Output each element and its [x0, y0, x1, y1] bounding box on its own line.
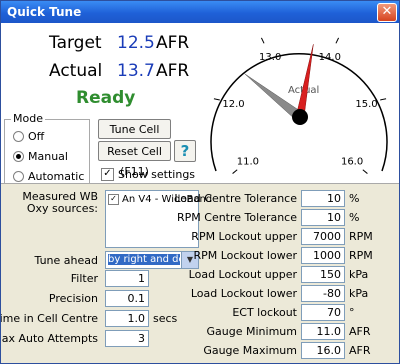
setting-label: Load Centre Tolerance	[174, 192, 297, 205]
mode-manual-label: Manual	[28, 150, 68, 163]
target-unit: AFR	[156, 33, 190, 53]
setting-unit: AFR	[349, 344, 371, 357]
time-in-cell-field[interactable]: 1.0	[105, 310, 149, 327]
time-in-cell-label: Time in Cell Centre	[0, 312, 98, 325]
setting-field[interactable]: 10	[301, 209, 345, 226]
setting-unit: RPM	[349, 249, 373, 262]
tune-ahead-select[interactable]: by right and down ▼	[105, 251, 199, 269]
mode-manual-radio[interactable]: Manual	[13, 150, 68, 163]
setting-field[interactable]: 1000	[301, 247, 345, 264]
max-auto-field[interactable]: 3	[105, 330, 149, 347]
gauge-tick	[362, 169, 368, 174]
filter-field[interactable]: 1	[105, 270, 149, 287]
oxy-source-check-icon[interactable]: ✓	[108, 194, 119, 205]
setting-unit: %	[349, 211, 360, 224]
filter-label: Filter	[70, 272, 98, 285]
setting-label: ECT lockout	[232, 306, 297, 319]
show-settings-label: Show settings	[118, 168, 196, 181]
close-button[interactable]: ✕	[377, 3, 397, 22]
setting-unit: kPa	[349, 268, 369, 281]
actual-needle	[295, 44, 314, 119]
gauge-tick	[232, 169, 238, 174]
setting-unit: °	[349, 306, 355, 319]
max-auto-label: Max Auto Attempts	[0, 332, 98, 345]
setting-field[interactable]: 11.0	[301, 323, 345, 340]
radio-automatic-indicator[interactable]	[13, 171, 24, 182]
mode-off-radio[interactable]: Off	[13, 130, 44, 143]
setting-unit: AFR	[349, 325, 371, 338]
time-unit: secs	[153, 312, 178, 325]
gauge-tick	[260, 37, 265, 44]
setting-label: Load Lockout upper	[188, 268, 297, 281]
title-bar[interactable]: Quick Tune ✕	[1, 1, 399, 23]
window-title: Quick Tune	[7, 5, 82, 19]
setting-field[interactable]: 7000	[301, 228, 345, 245]
gauge-tick	[380, 98, 387, 101]
afr-gauge: 11.012.013.014.015.016.0 Actual	[210, 37, 388, 174]
setting-label: Gauge Maximum	[203, 344, 297, 357]
actual-value: 13.7	[117, 61, 155, 81]
settings-panel: Measured WB Oxy sources: ✓ An V4 - WideB…	[0, 183, 399, 363]
show-settings-check-icon[interactable]: ✓	[101, 168, 114, 181]
help-button[interactable]: ?	[174, 140, 196, 162]
gauge-tick-label: 11.0	[237, 157, 259, 168]
setting-label: Load Lockout lower	[190, 287, 297, 300]
tune-ahead-label: Tune ahead	[34, 254, 98, 267]
setting-label: RPM Centre Tolerance	[177, 211, 297, 224]
actual-unit: AFR	[156, 61, 190, 81]
quick-tune-window: Quick Tune ✕ Target 12.5 AFR Actual 13.7…	[0, 0, 400, 364]
setting-label: Gauge Minimum	[206, 325, 297, 338]
gauge-hub	[292, 109, 308, 125]
setting-field[interactable]: 10	[301, 190, 345, 207]
setting-field[interactable]: 150	[301, 266, 345, 283]
setting-label: RPM Lockout upper	[191, 230, 297, 243]
tune-cell-button[interactable]: Tune Cell (F10)	[98, 119, 171, 156]
precision-field[interactable]: 0.1	[105, 290, 149, 307]
mode-automatic-radio[interactable]: Automatic	[13, 170, 84, 183]
target-value: 12.5	[117, 33, 155, 53]
radio-off-indicator[interactable]	[13, 131, 24, 142]
reset-cell-button[interactable]: Reset Cell (F11)	[98, 141, 171, 178]
gauge-tick-label: 14.0	[319, 52, 341, 63]
show-settings-checkbox[interactable]: ✓ Show settings	[101, 168, 195, 181]
measured-label-2: Oxy sources:	[26, 202, 98, 215]
actual-label: Actual	[49, 61, 103, 81]
status-text: Ready	[76, 88, 136, 108]
setting-field[interactable]: -80	[301, 285, 345, 302]
gauge-tick	[213, 98, 220, 101]
radio-manual-indicator[interactable]	[13, 151, 24, 162]
setting-field[interactable]: 16.0	[301, 342, 345, 359]
gauge-tick-label: 13.0	[259, 52, 281, 63]
setting-unit: %	[349, 192, 360, 205]
target-label: Target	[49, 33, 102, 53]
mode-automatic-label: Automatic	[28, 170, 85, 183]
mode-off-label: Off	[28, 130, 45, 143]
setting-label: RPM Lockout lower	[193, 249, 297, 262]
mode-legend: Mode	[11, 112, 45, 125]
precision-label: Precision	[48, 292, 98, 305]
setting-unit: kPa	[349, 287, 369, 300]
gauge-tick-label: 16.0	[341, 157, 363, 168]
setting-unit: RPM	[349, 230, 373, 243]
setting-field[interactable]: 70	[301, 304, 345, 321]
gauge-tick-label: 15.0	[355, 99, 377, 110]
gauge-tick	[335, 37, 340, 44]
gauge-tick-label: 12.0	[222, 99, 244, 110]
tune-ahead-value: by right and down	[108, 254, 180, 265]
